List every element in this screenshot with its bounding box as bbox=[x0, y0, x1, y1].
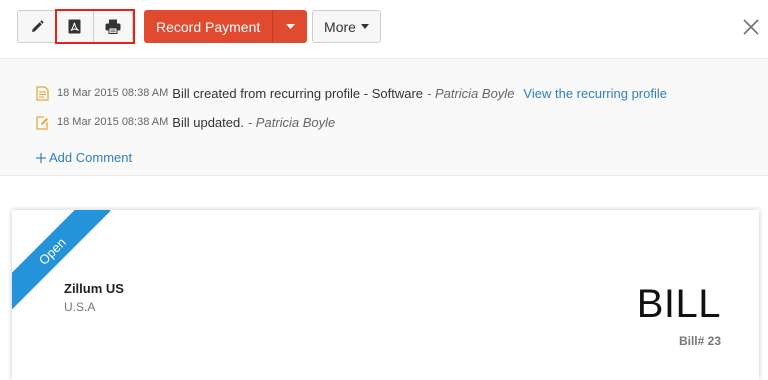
action-button-group bbox=[17, 10, 133, 43]
printer-icon bbox=[105, 19, 121, 34]
activity-entry: 18 Mar 2015 08:38 AM Bill created from r… bbox=[36, 85, 667, 101]
more-button-label: More bbox=[324, 18, 356, 35]
bill-document: Open Zillum US U.S.A BILL Bill# 23 bbox=[12, 210, 759, 380]
document-icon bbox=[36, 85, 50, 101]
activity-message: Bill updated. bbox=[172, 114, 244, 130]
document-title: BILL bbox=[636, 282, 721, 326]
print-button[interactable] bbox=[94, 11, 132, 42]
organization-name: Zillum US bbox=[64, 281, 124, 296]
pencil-icon bbox=[31, 20, 43, 32]
organization-country: U.S.A bbox=[64, 300, 96, 314]
record-payment-dropdown-button[interactable] bbox=[273, 10, 308, 43]
add-comment-link[interactable]: Add Comment bbox=[36, 150, 132, 165]
view-recurring-profile-link[interactable]: View the recurring profile bbox=[523, 86, 667, 101]
bill-number: Bill# 23 bbox=[678, 334, 721, 348]
activity-user: - Patricia Boyle bbox=[247, 114, 336, 130]
activity-entry: 18 Mar 2015 08:38 AM Bill updated. - Pat… bbox=[36, 114, 335, 130]
edit-button[interactable] bbox=[18, 11, 56, 42]
plus-icon bbox=[36, 152, 46, 163]
activity-timestamp: 18 Mar 2015 08:38 AM bbox=[57, 116, 169, 128]
activity-timestamp: 18 Mar 2015 08:38 AM bbox=[57, 87, 169, 99]
caret-down-icon bbox=[285, 24, 295, 29]
pdf-icon bbox=[68, 19, 81, 34]
edit-document-icon bbox=[36, 114, 50, 130]
add-comment-label: Add Comment bbox=[49, 150, 133, 165]
record-payment-button[interactable]: Record Payment bbox=[144, 10, 274, 43]
record-payment-group: Record Payment bbox=[144, 10, 308, 43]
caret-down-icon bbox=[360, 24, 369, 29]
activity-message: Bill created from recurring profile - So… bbox=[172, 85, 423, 101]
close-button[interactable] bbox=[742, 18, 760, 36]
activity-panel: 18 Mar 2015 08:38 AM Bill created from r… bbox=[0, 58, 768, 176]
more-button[interactable]: More bbox=[312, 10, 381, 43]
close-icon bbox=[743, 19, 759, 35]
pdf-button[interactable] bbox=[56, 11, 94, 42]
toolbar: Record Payment More bbox=[0, 0, 768, 58]
activity-user: - Patricia Boyle bbox=[427, 85, 515, 101]
